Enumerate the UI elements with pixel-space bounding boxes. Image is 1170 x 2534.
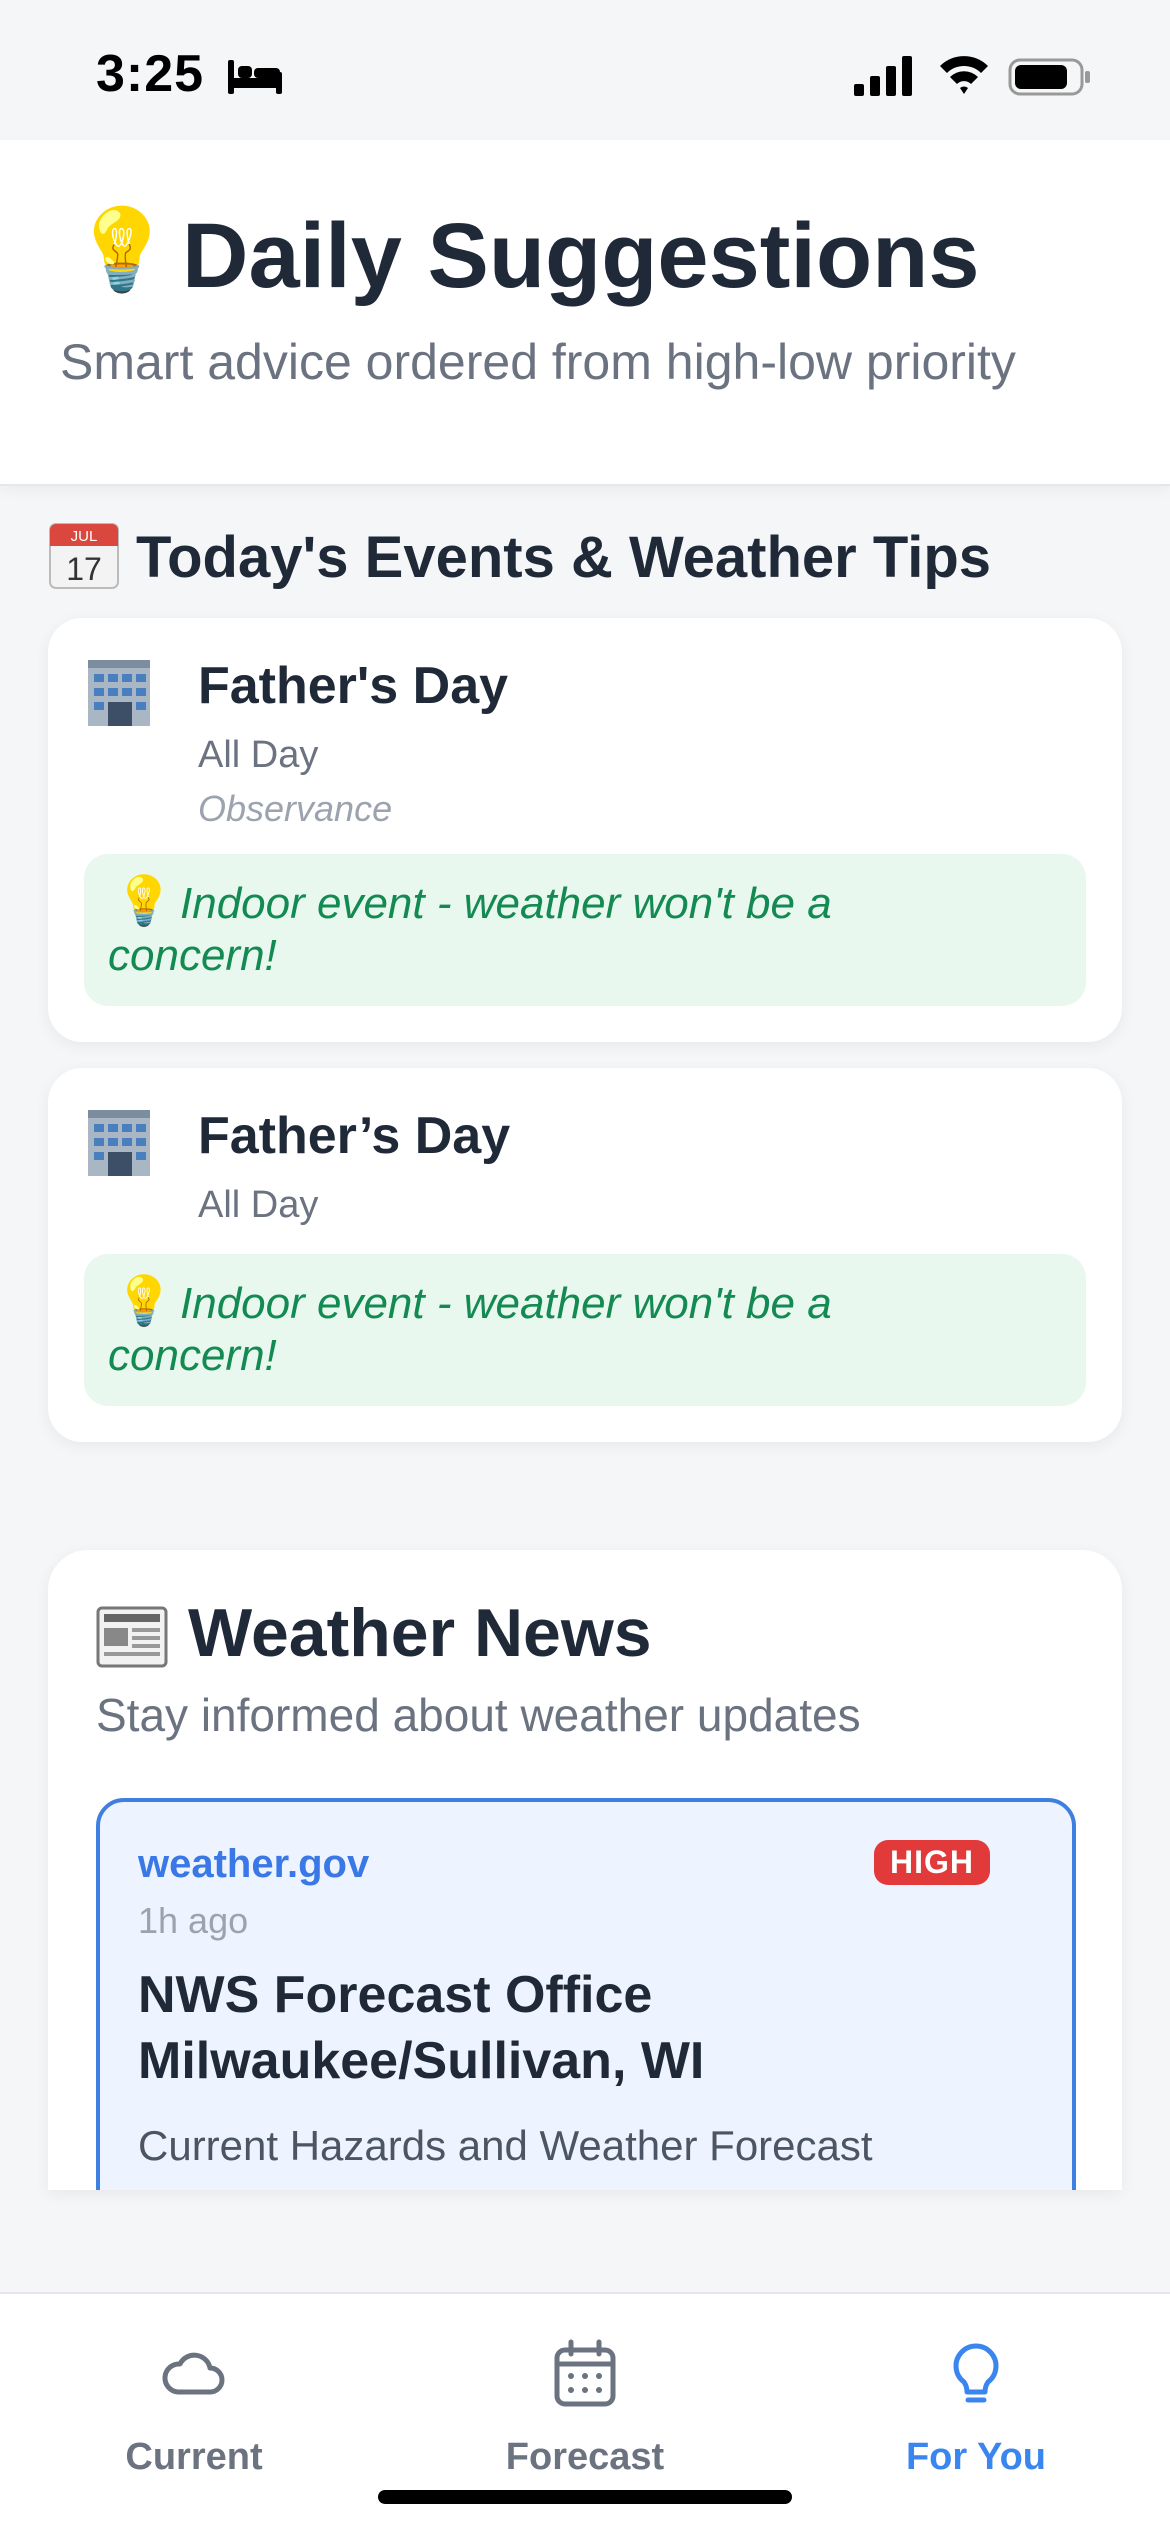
event-time: All Day (198, 1184, 319, 1226)
tab-forecast[interactable]: Forecast (435, 2338, 735, 2488)
weather-tip: 💡 Indoor event - weather won't be a conc… (84, 854, 1086, 1006)
article-source[interactable]: weather.gov (138, 1842, 369, 1887)
calendar-icon: JUL 17 (49, 523, 119, 589)
calendar-month: JUL (71, 528, 98, 545)
cellular-signal-icon (854, 56, 912, 96)
article-timestamp: 1h ago (138, 1900, 249, 1941)
section-title: Today's Events & Weather Tips (136, 525, 992, 590)
news-section-title: Weather News (188, 1595, 652, 1671)
office-building-icon (88, 1110, 150, 1176)
news-section-subtitle: Stay informed about weather updates (96, 1689, 861, 1741)
tab-label: Forecast (505, 2436, 665, 2478)
lightbulb-icon: 💡 (72, 205, 172, 294)
status-time: 3:25 (96, 45, 205, 103)
home-indicator[interactable] (378, 2490, 792, 2504)
event-title: Father’s Day (198, 1107, 511, 1165)
page-header: 💡 Daily Suggestions Smart advice ordered… (0, 140, 1170, 486)
weather-tip-text: Indoor event - weather won't be a concer… (108, 879, 832, 980)
priority-badge: HIGH (874, 1840, 990, 1885)
lightbulb-icon (953, 2343, 999, 2403)
newspaper-icon (96, 1606, 168, 1668)
event-card[interactable]: Father’s Day All Day 💡 Indoor event - we… (48, 1068, 1122, 1442)
office-building-icon (88, 660, 150, 726)
article-description: Current Hazards and Weather Forecast (138, 2122, 873, 2169)
cloud-icon (162, 2352, 225, 2395)
event-time: All Day (198, 734, 319, 776)
weather-news-card: Weather News Stay informed about weather… (48, 1550, 1122, 2190)
tab-label: Current (125, 2436, 263, 2478)
sleep-mode-icon (228, 60, 282, 94)
article-title[interactable]: NWS Forecast Office Milwaukee/Sullivan, … (138, 1962, 1018, 2094)
event-type: Observance (198, 788, 393, 829)
page-title: Daily Suggestions (182, 205, 980, 307)
page-subtitle: Smart advice ordered from high-low prior… (60, 334, 1016, 390)
news-article-card[interactable]: weather.gov HIGH 1h ago NWS Forecast Off… (96, 1798, 1076, 2190)
calendar-icon (554, 2339, 616, 2407)
tab-label: For You (905, 2436, 1047, 2478)
battery-icon (1008, 58, 1090, 96)
status-bar: 3:25 (0, 0, 1170, 140)
weather-tip: 💡 Indoor event - weather won't be a conc… (84, 1254, 1086, 1406)
tab-current[interactable]: Current (44, 2338, 344, 2488)
event-title: Father's Day (198, 657, 509, 715)
event-card[interactable]: Father's Day All Day Observance 💡 Indoor… (48, 618, 1122, 1042)
wifi-icon (940, 56, 988, 94)
calendar-day: 17 (66, 551, 102, 587)
weather-tip-text: Indoor event - weather won't be a concer… (108, 1279, 832, 1380)
tab-for-you[interactable]: For You (826, 2338, 1126, 2488)
